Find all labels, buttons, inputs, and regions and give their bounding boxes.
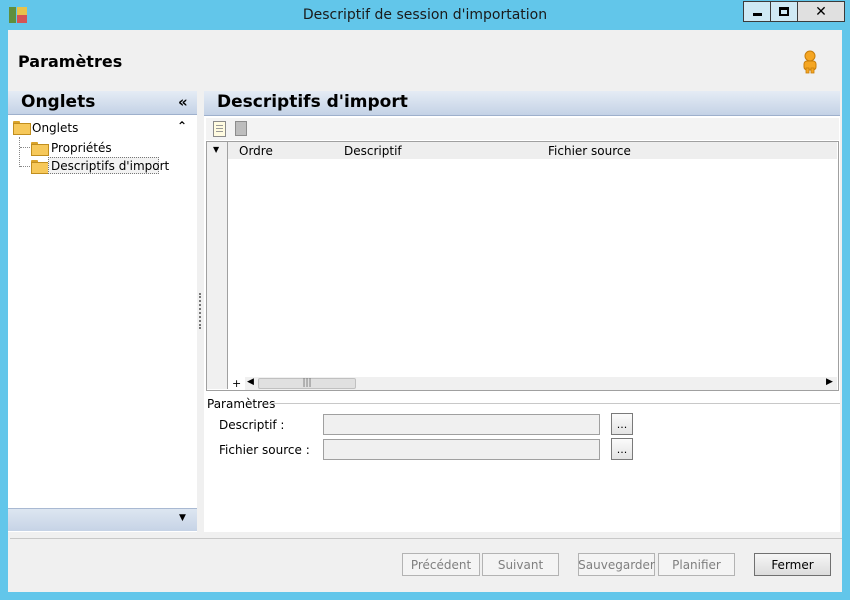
tree-connector — [20, 147, 30, 148]
params-group-label: Paramètres — [207, 397, 276, 411]
column-header-descriptif[interactable]: Descriptif — [344, 144, 402, 158]
maximize-button[interactable] — [770, 1, 798, 22]
schedule-button[interactable]: Planifier — [658, 553, 735, 576]
close-window-button[interactable]: ✕ — [797, 1, 845, 22]
save-button[interactable]: Sauvegarder — [578, 553, 655, 576]
tree-item-descriptifs-import[interactable]: Descriptifs d'import — [51, 159, 169, 173]
collapse-panel-button[interactable]: « — [178, 93, 188, 111]
grid-row-selector — [207, 142, 228, 389]
next-button[interactable]: Suivant — [482, 553, 559, 576]
fichier-source-field[interactable] — [323, 439, 600, 460]
minimize-button[interactable] — [743, 1, 771, 22]
grid-header — [207, 142, 837, 159]
user-icon[interactable] — [800, 50, 820, 74]
content-panel-title: Descriptifs d'import — [217, 92, 408, 112]
folder-icon — [13, 121, 31, 135]
descriptifs-grid[interactable] — [206, 141, 839, 391]
previous-button[interactable]: Précédent — [402, 553, 480, 576]
splitter-grip[interactable] — [199, 293, 202, 329]
collapse-tree-icon[interactable]: ⌃ — [177, 119, 187, 133]
page-title: Paramètres — [18, 52, 123, 71]
tree-connector — [20, 166, 30, 167]
window-title: Descriptif de session d'importation — [302, 7, 548, 23]
folder-open-icon — [31, 160, 49, 174]
scroll-right-icon[interactable]: ▶ — [826, 377, 833, 387]
scrollbar-thumb[interactable]: ||| — [258, 378, 356, 389]
fichier-source-browse-button[interactable]: ... — [611, 438, 633, 460]
tabs-panel-footer — [8, 508, 197, 531]
descriptif-field[interactable] — [323, 414, 600, 435]
scroll-left-icon[interactable]: ◀ — [247, 377, 254, 387]
tree-lines — [19, 137, 31, 167]
group-divider — [268, 403, 840, 404]
descriptif-browse-button[interactable]: ... — [611, 413, 633, 435]
sort-dropdown-icon[interactable]: ▼ — [213, 145, 219, 154]
minimize-icon — [752, 13, 762, 16]
bottom-divider — [10, 538, 842, 539]
close-icon: ✕ — [815, 3, 827, 20]
chevron-down-icon[interactable]: ▼ — [179, 513, 186, 523]
new-document-icon[interactable] — [213, 121, 226, 137]
tree-root-label: Onglets — [32, 121, 79, 135]
close-button[interactable]: Fermer — [754, 553, 831, 576]
tree-item-proprietes[interactable]: Propriétés — [51, 141, 112, 155]
add-row-icon[interactable]: + — [232, 377, 241, 390]
tabs-panel-title: Onglets — [21, 92, 96, 112]
fichier-source-label: Fichier source : — [219, 443, 310, 457]
delete-icon[interactable] — [235, 121, 247, 136]
folder-icon — [31, 142, 49, 156]
grid-toolbar — [206, 118, 839, 140]
column-header-fichier-source[interactable]: Fichier source — [548, 144, 631, 158]
descriptif-label: Descriptif : — [219, 418, 285, 432]
column-header-ordre[interactable]: Ordre — [239, 144, 273, 158]
maximize-icon — [779, 7, 789, 16]
